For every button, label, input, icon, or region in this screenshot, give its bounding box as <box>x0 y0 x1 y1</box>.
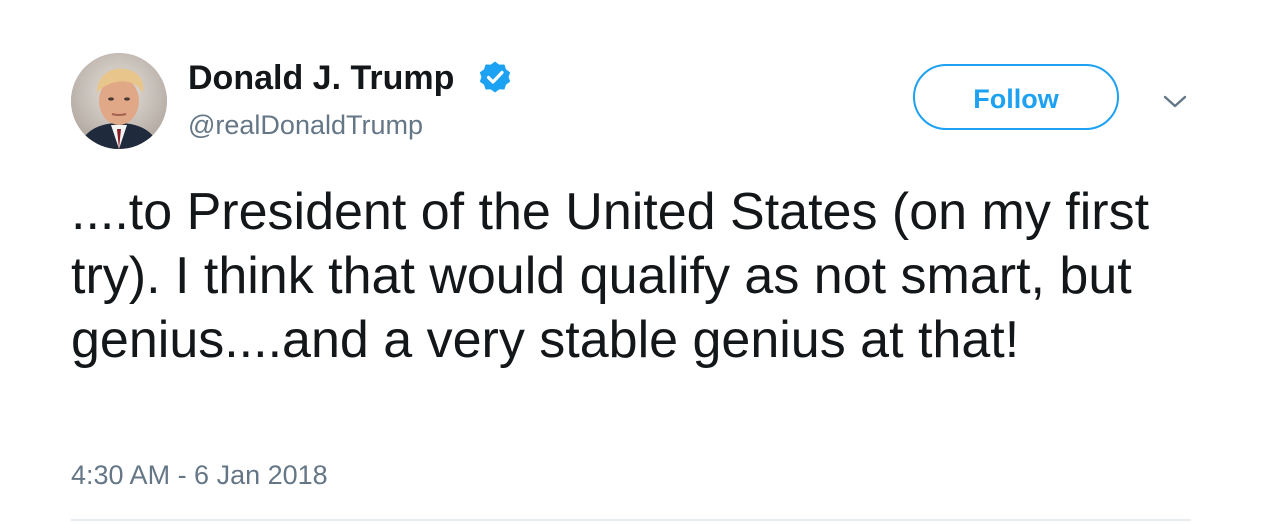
display-name[interactable]: Donald J. Trump <box>188 58 454 98</box>
tweet-timestamp[interactable]: 4:30 AM - 6 Jan 2018 <box>71 458 328 492</box>
avatar-portrait-icon <box>71 53 167 149</box>
verified-badge-icon <box>479 61 511 93</box>
divider <box>71 519 1191 521</box>
avatar[interactable] <box>71 53 167 149</box>
follow-button[interactable]: Follow <box>913 64 1119 130</box>
user-handle[interactable]: @realDonaldTrump <box>188 108 423 142</box>
tweet-text: ....to President of the United States (o… <box>71 183 1150 369</box>
tweet-card: Donald J. Trump @realDonaldTrump Follow … <box>0 0 1266 524</box>
chevron-down-icon[interactable] <box>1160 90 1190 112</box>
